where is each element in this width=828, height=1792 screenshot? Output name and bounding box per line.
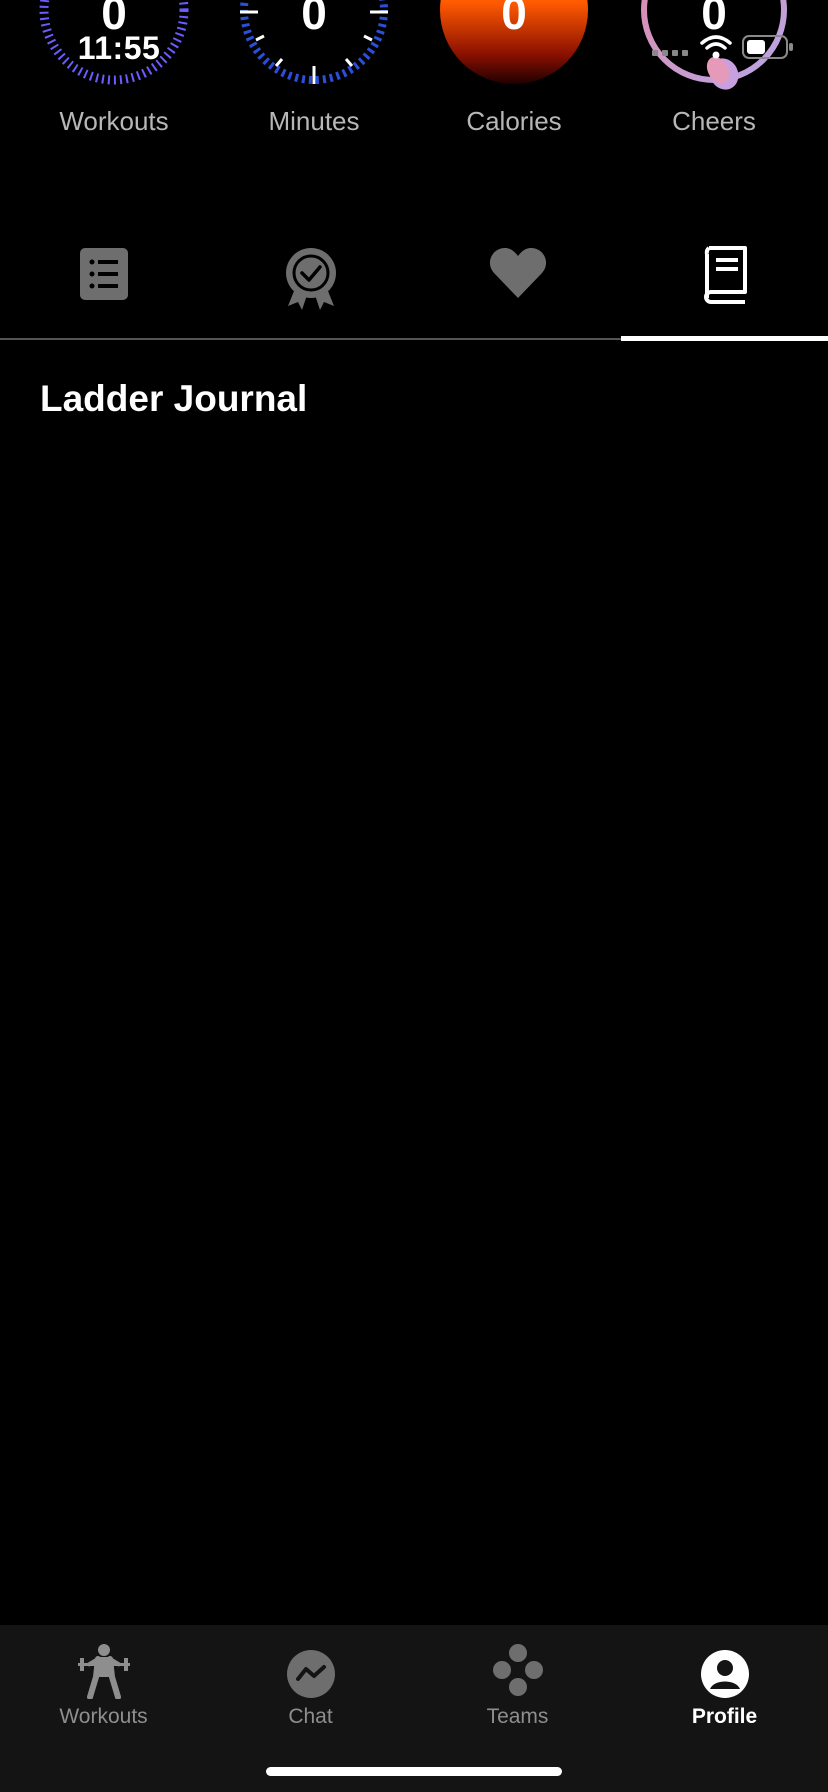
stat-value: 0 bbox=[301, 0, 327, 39]
nav-chat[interactable]: Chat bbox=[207, 1635, 414, 1745]
nav-label: Chat bbox=[288, 1705, 333, 1728]
stat-label: Workouts bbox=[59, 106, 169, 136]
tab-achievements[interactable] bbox=[207, 230, 414, 340]
nav-label: Workouts bbox=[59, 1705, 148, 1728]
person-icon bbox=[700, 1650, 749, 1698]
nav-teams[interactable]: Teams bbox=[414, 1635, 621, 1745]
status-time: 11:55 bbox=[77, 30, 161, 66]
award-badge-icon bbox=[285, 248, 336, 310]
wifi-icon bbox=[700, 34, 732, 65]
stat-label: Minutes bbox=[268, 106, 360, 136]
profile-tabs bbox=[0, 230, 828, 340]
chat-bubble-icon bbox=[286, 1650, 335, 1698]
stat-cheers[interactable]: 0 Cheers bbox=[614, 0, 814, 150]
stats-row: 0 Workouts 0 Minutes 0 Calories 0 Cheers bbox=[0, 0, 828, 150]
stat-label: Cheers bbox=[672, 106, 756, 136]
battery-icon bbox=[742, 34, 794, 65]
page-title: Ladder Journal bbox=[40, 378, 308, 419]
stat-label: Calories bbox=[466, 106, 562, 136]
stat-value: 0 bbox=[501, 0, 527, 39]
journal-book-icon bbox=[703, 246, 747, 304]
tab-list[interactable] bbox=[0, 230, 207, 340]
stat-workouts[interactable]: 0 Workouts bbox=[14, 0, 214, 150]
heart-icon bbox=[489, 248, 546, 298]
weightlifter-icon bbox=[77, 1644, 130, 1699]
stat-calories[interactable]: 0 Calories bbox=[414, 0, 614, 150]
nav-label: Profile bbox=[691, 1705, 758, 1728]
nav-profile[interactable]: Profile bbox=[621, 1635, 828, 1745]
nav-workouts[interactable]: Workouts bbox=[0, 1635, 207, 1745]
tab-journal[interactable] bbox=[621, 230, 828, 340]
tab-favorites[interactable] bbox=[414, 230, 621, 340]
list-icon bbox=[79, 248, 128, 300]
home-indicator[interactable] bbox=[266, 1767, 562, 1776]
stat-minutes[interactable]: 0 Minutes bbox=[214, 0, 414, 150]
active-tab-indicator bbox=[621, 336, 828, 341]
status-icons bbox=[652, 34, 794, 65]
nav-label: Teams bbox=[486, 1705, 549, 1728]
teams-dots-icon bbox=[492, 1644, 543, 1696]
cellular-signal-icon bbox=[652, 36, 690, 63]
